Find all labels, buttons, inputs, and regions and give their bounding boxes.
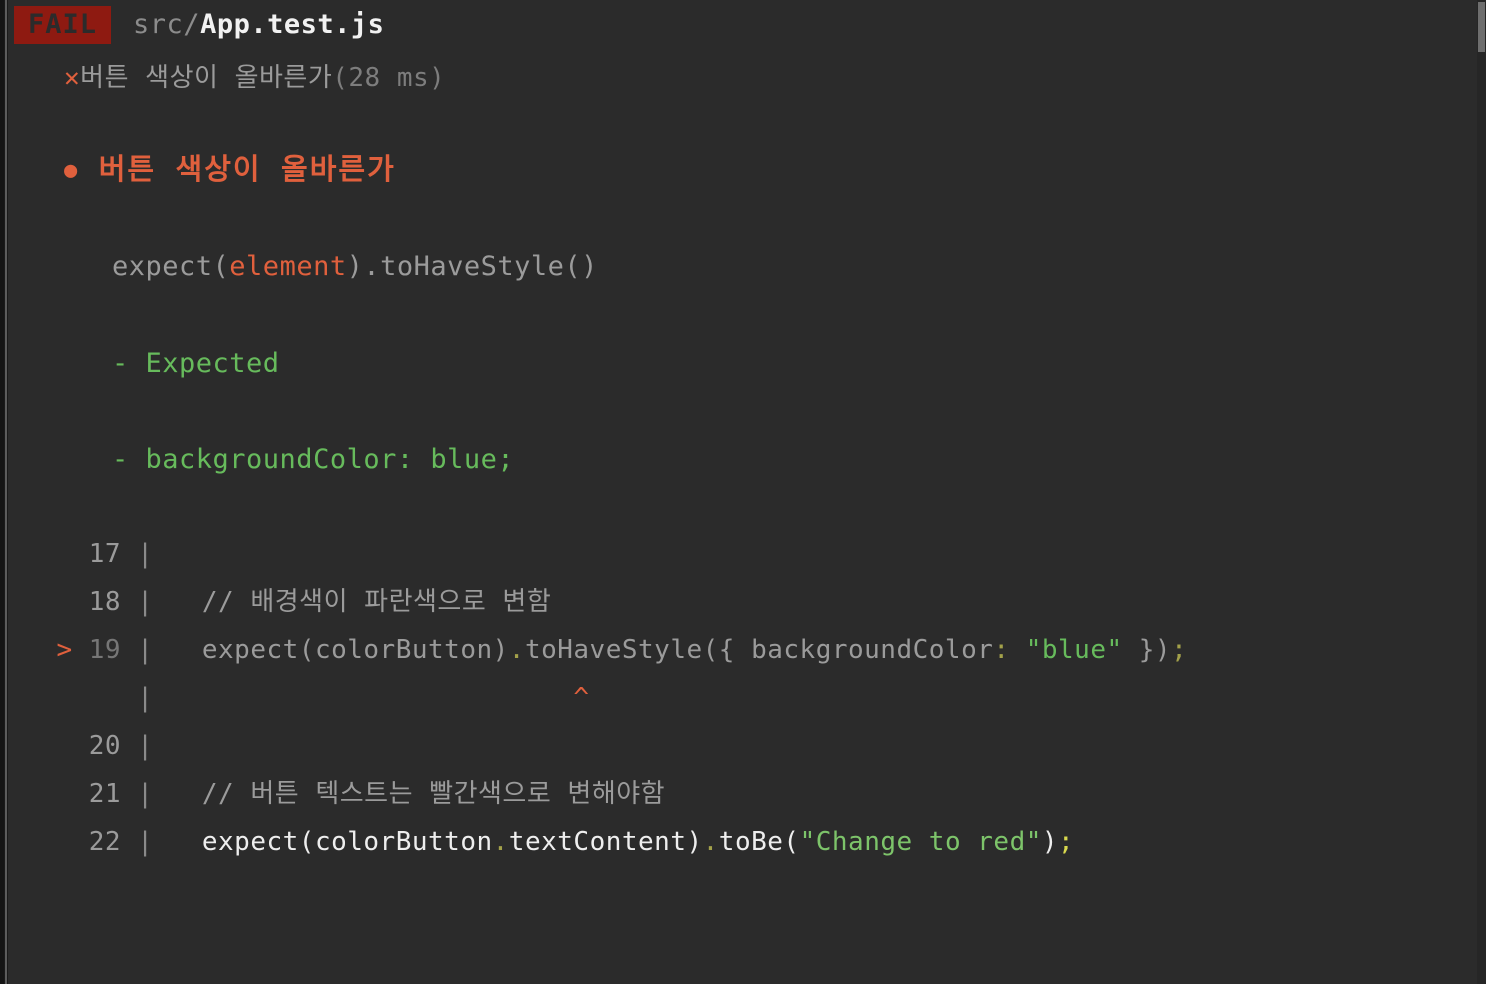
code-frame-line-number: 22 [88,827,122,857]
code-frame-marker [8,731,89,761]
code-token: . [492,827,509,857]
code-frame-line-number: 21 [88,779,122,809]
code-frame-line: 22 | expect(colorButton.textContent).toB… [8,818,1486,866]
code-frame-line-number: 17 [88,539,122,569]
code-token: expect(colorButton) [153,635,509,665]
jest-output: FAIL src/App.test.js ✕버튼 색상이 올바른가(28 ms)… [8,0,1486,984]
window-left-edge [0,0,4,984]
diff-expected-value: - backgroundColor: blue; [112,444,515,475]
test-case-duration: (28 ms) [332,63,446,93]
code-token: toBe( [718,827,800,857]
code-frame-marker [8,779,89,809]
code-frame-marker [8,539,89,569]
code-token: }) [1122,635,1172,665]
code-frame-line-number [89,683,121,713]
vertical-scrollbar-track[interactable] [1477,0,1486,984]
matcher-expression: expect(element).toHaveStyle() [112,243,598,291]
code-frame: 17 | 18 | // 배경색이 파란색으로 변함 > 19 | expect… [8,530,1486,866]
window-left-rule [5,0,7,984]
matcher-suffix: ).toHaveStyle() [346,251,598,282]
test-file-header: FAIL src/App.test.js [14,6,384,44]
failure-title-row: ● 버튼 색상이 올바른가 [64,145,396,195]
vertical-scrollbar-thumb[interactable] [1478,2,1485,52]
code-frame-line: 21 | // 버튼 텍스트는 빨간색으로 변해야함 [8,770,1486,818]
diff-expected-label: - Expected [112,348,280,379]
code-frame-pipe: | [121,779,154,809]
code-frame-caret-padding [153,683,573,713]
failure-title: 버튼 색상이 올바른가 [98,152,396,186]
code-token: . [508,635,525,665]
bullet-icon: ● [64,158,80,183]
code-token: ; [1058,827,1075,857]
code-frame-pipe: | [121,683,154,713]
code-token: toHaveStyle({ backgroundColor [524,635,994,665]
matcher-prefix: expect( [112,251,230,282]
code-token: "Change to red" [799,827,1042,857]
status-badge: FAIL [14,6,112,44]
code-frame-line-number: 19 [88,635,122,665]
code-frame-caret: ^ [573,683,590,713]
code-token: "blue" [1025,635,1123,665]
terminal-window: FAIL src/App.test.js ✕버튼 색상이 올바른가(28 ms)… [0,0,1486,984]
code-frame-marker [8,827,89,857]
test-case-name: 버튼 색상이 올바른가 [80,63,333,93]
test-case-result: ✕버튼 색상이 올바른가(28 ms) [64,54,445,102]
file-name: App.test.js [200,9,385,40]
code-frame-line: 17 | [8,530,1486,578]
code-token: . [702,827,719,857]
code-token: : [993,635,1010,665]
code-frame-line: > 19 | expect(colorButton).toHaveStyle({… [8,626,1486,674]
code-token: ) [1041,827,1059,857]
code-frame-marker: > [8,635,89,665]
x-mark-icon: ✕ [64,63,81,93]
code-frame-pipe: | [121,827,154,857]
matcher-argument: element [229,251,347,282]
code-frame-pipe: | [121,539,154,569]
file-path: src/App.test.js [133,1,384,49]
code-frame-line: 20 | [8,722,1486,770]
code-frame-pipe: | [121,731,154,761]
code-token: // 버튼 텍스트는 빨간색으로 변해야함 [153,779,666,809]
code-frame-line-number: 18 [88,587,122,617]
code-token: textContent) [508,827,703,857]
code-frame-pipe: | [121,635,154,665]
code-frame-pipe: | [121,587,154,617]
code-frame-line: 18 | // 배경색이 파란색으로 변함 [8,578,1486,626]
test-output-pane: FAIL src/App.test.js ✕버튼 색상이 올바른가(28 ms)… [8,0,1486,984]
code-frame-marker [8,683,89,713]
code-token: expect(colorButton [153,827,493,857]
code-frame-line-number: 20 [88,731,122,761]
code-frame-line: | ^ [8,674,1486,722]
code-token: ; [1171,635,1188,665]
code-token: // 배경색이 파란색으로 변함 [153,587,552,617]
code-frame-marker [8,587,89,617]
file-path-prefix: src/ [133,9,201,40]
